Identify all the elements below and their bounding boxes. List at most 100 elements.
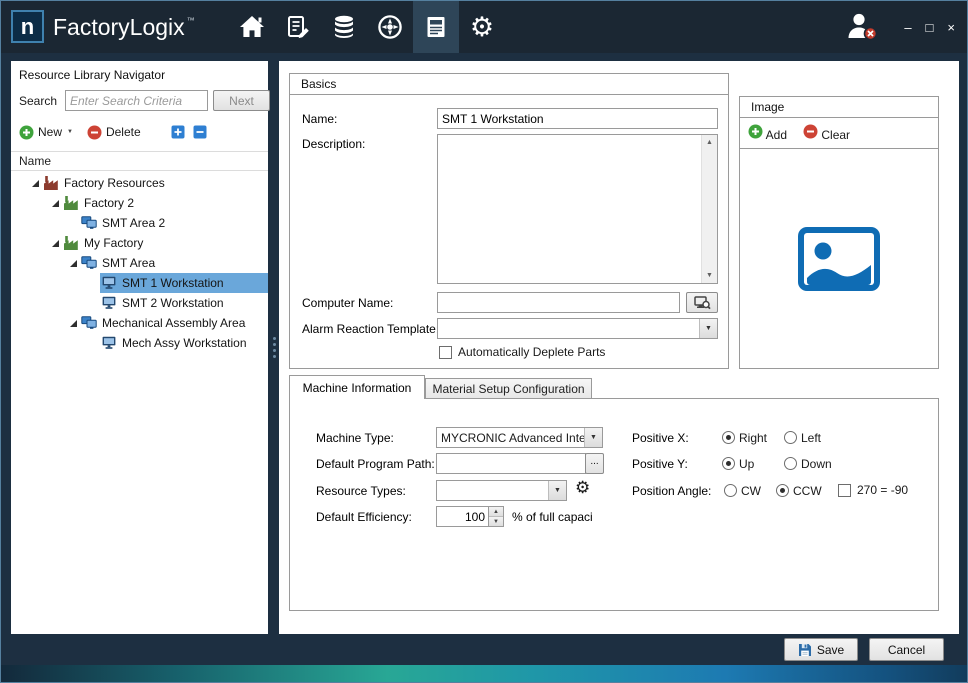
brand-text: FactoryLogix <box>53 14 185 41</box>
chevron-down-icon[interactable]: ▼ <box>548 481 566 500</box>
radio-positive-y-down[interactable]: Down <box>784 453 832 474</box>
radio-positive-x-left[interactable]: Left <box>784 427 821 448</box>
efficiency-label: Default Efficiency: <box>316 510 412 524</box>
expand-all-icon <box>171 125 185 139</box>
selection-highlight[interactable]: SMT 1 Workstation <box>100 273 268 293</box>
clear-image-button[interactable]: Clear <box>803 124 850 142</box>
scroll-up-icon[interactable]: ▲ <box>702 135 717 150</box>
machine-information-panel: Machine Type: MYCRONIC Advanced Inte ▼ D… <box>289 398 939 611</box>
chevron-down-icon[interactable]: ▼ <box>699 319 717 338</box>
search-input[interactable] <box>65 90 208 111</box>
alarm-template-label: Alarm Reaction Template: <box>302 322 439 336</box>
settings-gear-icon[interactable]: ⚙ <box>459 1 505 53</box>
tree-column-header: Name <box>11 151 268 171</box>
efficiency-stepper: ▲ ▼ <box>436 506 504 527</box>
tree-expander-spacer <box>87 293 100 313</box>
cancel-button[interactable]: Cancel <box>869 638 944 661</box>
radio-position-angle-cw[interactable]: CW <box>724 480 761 501</box>
maximize-button[interactable]: □ <box>926 21 934 34</box>
tree-item[interactable]: Factory Resources <box>11 173 268 193</box>
program-path-input[interactable] <box>436 453 586 474</box>
detail-panel: Basics Name: Description: ▲ ▼ Computer N… <box>279 61 959 634</box>
scroll-down-icon[interactable]: ▼ <box>702 268 717 283</box>
angle-270-label: 270 = -90 <box>857 483 908 497</box>
new-dropdown-caret-icon[interactable]: ▼ <box>67 129 73 135</box>
program-path-browse-button[interactable]: ... <box>585 453 604 474</box>
stepper-down-icon[interactable]: ▼ <box>489 517 503 526</box>
resources-icon[interactable] <box>413 1 459 53</box>
angle-270-checkbox[interactable] <box>838 484 851 497</box>
radio-position-angle-ccw[interactable]: CCW <box>776 480 822 501</box>
resource-types-label: Resource Types: <box>316 484 406 498</box>
browse-computer-icon <box>694 296 711 310</box>
machine-type-select[interactable]: MYCRONIC Advanced Inte ▼ <box>436 427 603 448</box>
tree-expander-icon[interactable] <box>49 193 62 213</box>
image-preview-area[interactable] <box>740 149 938 368</box>
image-group: Image Add Clear <box>739 96 939 369</box>
splitter-grip-icon <box>273 337 276 358</box>
machine-type-label: Machine Type: <box>316 431 394 445</box>
chevron-down-icon[interactable]: ▼ <box>584 428 602 447</box>
app-window: n FactoryLogix ™ ⚙ – □ × Resource Librar… <box>0 0 968 683</box>
factory-icon <box>63 196 80 210</box>
tree-item[interactable]: SMT Area <box>11 253 268 273</box>
radio-positive-y-up[interactable]: Up <box>722 453 754 474</box>
image-toolbar: Add Clear <box>740 118 938 149</box>
tab-material-setup-configuration[interactable]: Material Setup Configuration <box>425 378 592 399</box>
app-brand: FactoryLogix ™ <box>53 1 195 53</box>
description-input[interactable] <box>438 135 701 283</box>
resource-types-gear-icon[interactable]: ⚙ <box>575 478 590 498</box>
tree-item[interactable]: SMT 2 Workstation <box>11 293 268 313</box>
tree-expander-icon[interactable] <box>67 313 80 333</box>
positive-y-label: Positive Y: <box>632 457 688 471</box>
tracking-icon[interactable] <box>367 1 413 53</box>
panel-splitter[interactable] <box>269 61 279 634</box>
production-icon[interactable] <box>275 1 321 53</box>
tree-item[interactable]: My Factory <box>11 233 268 253</box>
deplete-parts-label: Automatically Deplete Parts <box>458 345 605 359</box>
minimize-button[interactable]: – <box>904 21 911 34</box>
alarm-template-select[interactable]: ▼ <box>437 318 718 339</box>
radio-positive-x-right[interactable]: Right <box>722 427 767 448</box>
window-controls: – □ × <box>904 1 955 53</box>
resource-types-select[interactable]: ▼ <box>436 480 567 501</box>
tab-machine-information[interactable]: Machine Information <box>289 375 425 399</box>
delete-button[interactable]: Delete <box>87 125 141 140</box>
database-icon[interactable] <box>321 1 367 53</box>
browse-computer-button[interactable] <box>686 292 718 313</box>
tree-item[interactable]: SMT Area 2 <box>11 213 268 233</box>
user-logout-icon[interactable] <box>846 11 878 44</box>
efficiency-suffix: % of full capaci <box>512 510 593 524</box>
tree-item[interactable]: Mech Assy Workstation <box>11 333 268 353</box>
collapse-all-button[interactable] <box>193 125 207 139</box>
expand-all-button[interactable] <box>171 125 185 139</box>
efficiency-input[interactable] <box>437 507 488 526</box>
home-icon[interactable] <box>229 1 275 53</box>
resource-tree: Factory Resources Factory 2 SMT Area 2 <box>11 173 268 353</box>
tree-item-selected[interactable]: SMT 1 Workstation <box>11 273 268 293</box>
computer-name-input[interactable] <box>437 292 680 313</box>
tree-item[interactable]: Factory 2 <box>11 193 268 213</box>
search-label: Search <box>19 94 57 108</box>
tree-expander-spacer <box>87 273 100 293</box>
description-scrollbar[interactable]: ▲ ▼ <box>701 135 717 283</box>
trademark-symbol: ™ <box>187 16 195 25</box>
area-icon <box>81 316 98 330</box>
close-button[interactable]: × <box>947 21 955 34</box>
tree-expander-icon[interactable] <box>49 233 62 253</box>
workstation-icon <box>101 296 118 310</box>
next-button[interactable]: Next <box>213 90 270 111</box>
save-button[interactable]: Save <box>784 638 858 661</box>
name-input[interactable] <box>437 108 718 129</box>
stepper-up-icon[interactable]: ▲ <box>489 507 503 517</box>
angle-270-option: 270 = -90 <box>838 483 908 497</box>
description-label: Description: <box>302 137 365 151</box>
tree-expander-icon[interactable] <box>29 173 42 193</box>
tree-expander-icon[interactable] <box>67 253 80 273</box>
add-image-button[interactable]: Add <box>748 124 787 142</box>
description-field: ▲ ▼ <box>437 134 718 284</box>
tree-item[interactable]: Mechanical Assembly Area <box>11 313 268 333</box>
deplete-parts-checkbox[interactable] <box>439 346 452 359</box>
computer-name-label: Computer Name: <box>302 296 393 310</box>
new-button[interactable]: New ▼ <box>19 125 73 140</box>
